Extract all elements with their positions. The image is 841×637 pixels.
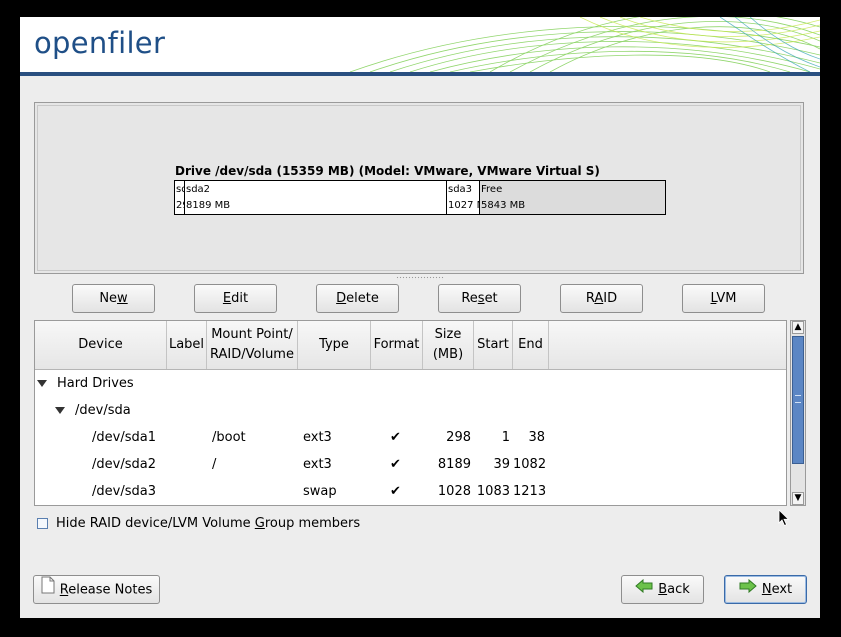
column-header-type[interactable]: Type (298, 321, 371, 369)
format-check-icon: ✔ (390, 484, 401, 499)
column-header-start[interactable]: Start (474, 321, 513, 369)
table-header: Device Label Mount Point/RAID/Volume Typ… (35, 321, 786, 370)
cell-end: 1213 (513, 484, 547, 499)
cell-type: swap (303, 484, 337, 499)
next-arrow-icon (739, 576, 757, 603)
scroll-up-icon[interactable]: ▲ (792, 321, 804, 334)
expander-icon[interactable] (55, 407, 65, 414)
raid-button[interactable]: RAID (560, 284, 643, 313)
scrollbar-thumb[interactable] (792, 336, 804, 464)
delete-button[interactable]: Delete (316, 284, 399, 313)
partition-segment-free[interactable]: Free 5843 MB (480, 181, 665, 214)
cell-start: 1 (501, 430, 510, 445)
partition-bar: sd 298 sda2 8189 MB sda3 1027 MB Free 58… (174, 180, 666, 215)
table-row[interactable]: /dev/sda3 swap ✔ 1028 1083 1213 (35, 478, 786, 505)
new-button[interactable]: New (72, 284, 155, 313)
column-header-size[interactable]: Size (MB) (423, 321, 474, 369)
partition-segment-sda2[interactable]: sda2 8189 MB (185, 181, 447, 214)
mouse-pointer-icon (778, 509, 790, 527)
cell-device: /dev/sda3 (92, 484, 156, 499)
reset-button[interactable]: Reset (438, 284, 521, 313)
cell-size: 298 (446, 430, 471, 445)
table-row[interactable]: /dev/sda2 / ext3 ✔ 8189 39 1082 (35, 451, 786, 478)
installer-window: openfiler Drive /dev/sda (15359 MB) (Mod… (20, 17, 820, 618)
column-header-device[interactable]: Device (35, 321, 167, 369)
column-header-label[interactable]: Label (167, 321, 207, 369)
partition-segment-sda3[interactable]: sda3 1027 MB (447, 181, 480, 214)
hide-members-checkbox[interactable] (37, 518, 48, 529)
cell-size: 8189 (437, 457, 471, 472)
partition-segment-sda1[interactable]: sd 298 (175, 181, 185, 214)
openfiler-logo: openfiler (34, 26, 166, 60)
format-check-icon: ✔ (390, 457, 401, 472)
group-label: Hard Drives (57, 376, 134, 391)
table-scrollbar[interactable]: ▲ ▼ (790, 320, 806, 506)
banner-divider (20, 72, 820, 76)
cell-mount: / (212, 457, 217, 472)
format-check-icon: ✔ (390, 430, 401, 445)
scroll-down-icon[interactable]: ▼ (792, 492, 804, 505)
cell-type: ext3 (303, 457, 332, 472)
cell-size: 1028 (437, 484, 471, 499)
document-icon (41, 576, 55, 604)
lvm-button[interactable]: LVM (682, 284, 765, 313)
cell-device: /dev/sda2 (92, 457, 156, 472)
header-banner: openfiler (20, 17, 820, 72)
partition-table: Device Label Mount Point/RAID/Volume Typ… (34, 320, 787, 506)
release-notes-button[interactable]: Release Notes (33, 575, 160, 604)
back-arrow-icon (635, 576, 653, 603)
back-button[interactable]: Back (621, 575, 704, 604)
hide-members-label[interactable]: Hide RAID device/LVM Volume Group member… (56, 516, 360, 531)
column-header-mount[interactable]: Mount Point/RAID/Volume (207, 321, 298, 369)
drive-map-panel: Drive /dev/sda (15359 MB) (Model: VMware… (34, 102, 804, 274)
cell-end: 1082 (513, 457, 547, 472)
cell-end: 38 (528, 430, 545, 445)
cell-type: ext3 (303, 430, 332, 445)
tree-group-hard-drives[interactable]: Hard Drives (35, 370, 786, 397)
group-label: /dev/sda (75, 403, 131, 418)
column-header-format[interactable]: Format (371, 321, 423, 369)
drive-title: Drive /dev/sda (15359 MB) (Model: VMware… (175, 164, 600, 178)
edit-button[interactable]: Edit (194, 284, 277, 313)
column-header-end[interactable]: End (513, 321, 549, 369)
next-button[interactable]: Next (724, 575, 807, 604)
pane-resize-handle[interactable] (396, 276, 444, 280)
table-row[interactable]: /dev/sda1 /boot ext3 ✔ 298 1 38 (35, 424, 786, 451)
tree-group-dev-sda[interactable]: /dev/sda (35, 397, 786, 424)
cell-device: /dev/sda1 (92, 430, 156, 445)
expander-icon[interactable] (37, 380, 47, 387)
cell-start: 1083 (476, 484, 510, 499)
cell-start: 39 (493, 457, 510, 472)
cell-mount: /boot (212, 430, 246, 445)
